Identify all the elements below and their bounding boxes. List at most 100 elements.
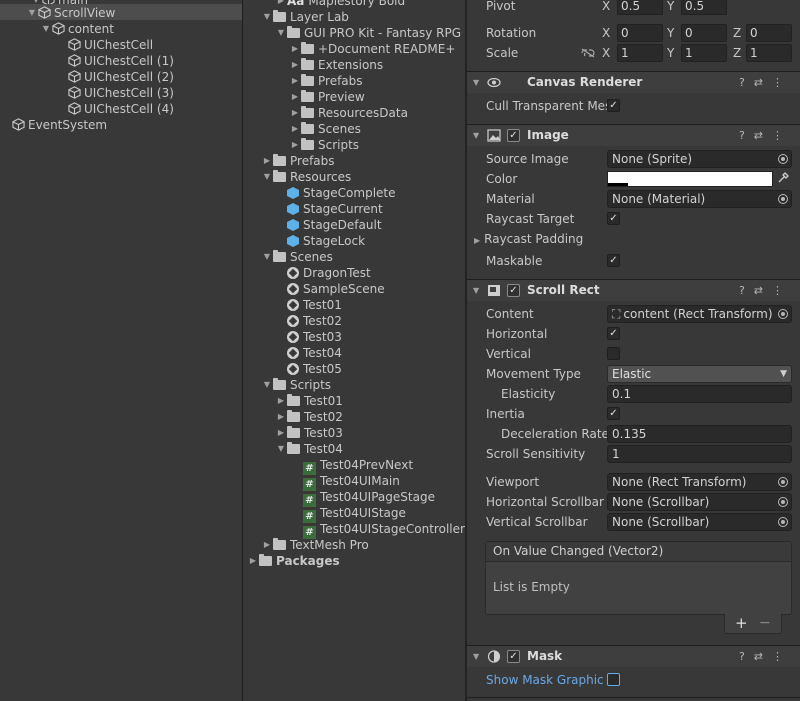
hierarchy-item-uichestcell-4[interactable]: UIChestCell (4) [68,101,174,117]
project-folder-textmesh-pro[interactable]: ▶ TextMesh Pro [261,537,369,553]
rotation-x-field[interactable]: 0 [617,24,663,42]
project-folder-readme[interactable]: ▶ +Document README+ [289,41,455,57]
mask-enabled-toggle[interactable]: ✓ [507,650,520,663]
help-icon[interactable]: ? [739,284,754,297]
deceleration-rate-field[interactable]: 0.135 [607,425,792,443]
fold-arrow-icon[interactable]: ▼ [473,280,479,301]
image-header[interactable]: ▼ ✓ Image ?⇄⋮ [467,124,800,146]
expand-arrow-icon[interactable]: ▼ [26,5,38,21]
scale-x-field[interactable]: 1 [617,44,663,62]
presets-icon[interactable]: ⇄ [754,76,772,89]
project-folder-scenes-kit[interactable]: ▶ Scenes [289,121,361,137]
expand-arrow-icon[interactable]: ▼ [275,441,287,457]
expand-arrow-icon[interactable]: ▶ [247,553,259,569]
project-folder-scripts[interactable]: ▼ Scripts [261,377,331,393]
project-folder-packages[interactable]: ▶ Packages [247,553,340,569]
horizontal-checkbox[interactable]: ✓ [607,327,620,340]
expand-arrow-icon[interactable]: ▼ [275,25,287,41]
project-folder-test03[interactable]: ▶ Test03 [275,425,343,441]
fold-arrow-icon[interactable]: ▼ [473,72,479,93]
maskable-checkbox[interactable]: ✓ [607,254,620,267]
rotation-z-field[interactable]: 0 [746,24,792,42]
scroll-rect-enabled-toggle[interactable]: ✓ [507,284,520,297]
movement-type-dropdown[interactable]: Elastic ▼ [607,365,792,383]
more-options-icon[interactable]: ⋮ [772,76,792,89]
color-swatch[interactable] [607,171,773,187]
hierarchy-item-uichestcell-3[interactable]: UIChestCell (3) [68,85,174,101]
object-picker-icon[interactable] [778,194,788,204]
source-image-field[interactable]: None (Sprite) [607,150,792,168]
expand-arrow-icon[interactable]: ▶ [275,393,287,409]
expand-arrow-icon[interactable]: ▶ [261,153,273,169]
expand-arrow-icon[interactable]: ▶ [289,105,301,121]
expand-arrow-icon[interactable]: ▶ [289,57,301,73]
project-folder-resourcesdata[interactable]: ▶ ResourcesData [289,105,408,121]
mask-header[interactable]: ▼ ✓ Mask ?⇄⋮ [467,645,800,667]
project-prefab-stagedefault[interactable]: StageDefault [287,217,382,233]
project-folder-test04[interactable]: ▼ Test04 [275,441,343,457]
expand-arrow-icon[interactable]: ▼ [261,249,273,265]
hierarchy-item-uichestcell-2[interactable]: UIChestCell (2) [68,69,174,85]
image-enabled-toggle[interactable]: ✓ [507,129,520,142]
project-folder-layer-lab[interactable]: ▼ Layer Lab [261,9,349,25]
project-prefab-stagecomplete[interactable]: StageComplete [287,185,396,201]
help-icon[interactable]: ? [739,129,754,142]
pivot-x-field[interactable]: 0.5 [617,0,663,15]
project-item-font-asset[interactable]: ▶ Aa Maplestory Bold [275,0,405,9]
project-folder-test02[interactable]: ▶ Test02 [275,409,343,425]
cull-transparent-checkbox[interactable]: ✓ [607,99,620,112]
expand-arrow-icon[interactable]: ▶ [261,537,273,553]
expand-arrow-icon[interactable]: ▶ [275,0,287,9]
project-folder-resources[interactable]: ▼ Resources [261,169,351,185]
inertia-checkbox[interactable]: ✓ [607,407,620,420]
project-folder-extensions[interactable]: ▶ Extensions [289,57,383,73]
raycast-target-checkbox[interactable]: ✓ [607,212,620,225]
project-folder-scenes[interactable]: ▼ Scenes [261,249,333,265]
project-scene-test01[interactable]: Test01 [287,297,342,313]
fold-arrow-icon[interactable]: ▼ [473,125,479,146]
add-event-button[interactable]: + [735,614,748,632]
project-scene-test04[interactable]: Test04 [287,345,342,361]
project-script-test04prevnext[interactable]: # Test04PrevNext [303,457,413,475]
expand-arrow-icon[interactable]: ▼ [40,21,52,37]
hierarchy-item-scrollview[interactable]: ▼ ScrollView [26,5,115,21]
expand-arrow-icon[interactable]: ▼ [261,9,273,25]
project-folder-scripts-kit[interactable]: ▶ Scripts [289,137,359,153]
pivot-y-field[interactable]: 0.5 [681,0,727,15]
expand-arrow-icon[interactable]: ▶ [289,41,301,57]
project-folder-gui-pro-kit[interactable]: ▼ GUI PRO Kit - Fantasy RPG [275,25,461,41]
hierarchy-item-eventsystem[interactable]: EventSystem [12,117,107,133]
constrain-proportions-icon[interactable] [581,48,595,58]
object-picker-icon[interactable] [778,154,788,164]
project-prefab-stagecurrent[interactable]: StageCurrent [287,201,383,217]
more-options-icon[interactable]: ⋮ [772,284,792,297]
project-scene-test02[interactable]: Test02 [287,313,342,329]
presets-icon[interactable]: ⇄ [754,129,772,142]
elasticity-field[interactable]: 0.1 [607,385,792,403]
expand-arrow-icon[interactable]: ▶ [275,409,287,425]
help-icon[interactable]: ? [739,76,754,89]
expand-arrow-icon[interactable]: ▶ [275,425,287,441]
expand-arrow-icon[interactable]: ▶ [289,73,301,89]
expand-arrow-icon[interactable]: ▶ [289,89,301,105]
fold-arrow-icon[interactable]: ▼ [473,646,479,667]
viewport-field[interactable]: None (Rect Transform) [607,473,792,491]
horizontal-scrollbar-field[interactable]: None (Scrollbar) [607,493,792,511]
content-field[interactable]: ⛶ content (Rect Transform) [607,305,792,323]
scroll-sensitivity-field[interactable]: 1 [607,445,792,463]
project-folder-test01[interactable]: ▶ Test01 [275,393,343,409]
hierarchy-item-content[interactable]: ▼ content [40,21,114,37]
fold-arrow-icon[interactable]: ▶ [474,236,480,245]
more-options-icon[interactable]: ⋮ [772,129,792,142]
project-scene-test03[interactable]: Test03 [287,329,342,345]
presets-icon[interactable]: ⇄ [754,284,772,297]
project-scene-dragontest[interactable]: DragonTest [287,265,371,281]
project-script-test04uipagestage[interactable]: # Test04UIPageStage [303,489,435,507]
hierarchy-item-uichestcell[interactable]: UIChestCell [68,37,153,53]
object-picker-icon[interactable] [778,497,788,507]
vertical-checkbox[interactable] [607,347,620,360]
project-script-test04uistage[interactable]: # Test04UIStage [303,505,406,523]
presets-icon[interactable]: ⇄ [754,650,772,663]
raycast-padding-row[interactable]: ▶ Raycast Padding [474,229,583,249]
project-script-test04uistagecontroller[interactable]: # Test04UIStageController [303,521,465,539]
